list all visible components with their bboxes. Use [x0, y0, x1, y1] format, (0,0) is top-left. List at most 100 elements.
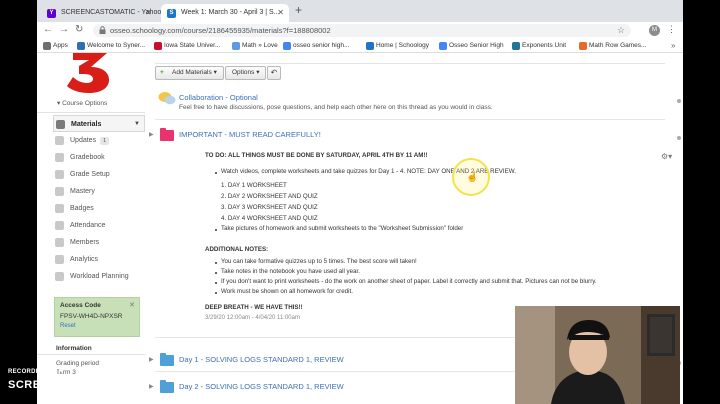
- analytics-icon: [55, 255, 64, 264]
- bullet-icon: [215, 262, 217, 264]
- sidebar-item-mastery[interactable]: Mastery: [53, 183, 145, 200]
- bullet-icon: [215, 292, 217, 294]
- webcam-overlay-image: [515, 306, 680, 404]
- more-bookmarks-icon[interactable]: »: [671, 39, 675, 53]
- collaboration-link[interactable]: Collaboration - Optional: [179, 93, 258, 102]
- note-item: Take notes in the notebook you have used…: [221, 268, 360, 275]
- collaboration-description: Feel free to have discussions, pose ques…: [179, 104, 493, 111]
- sidebar-item-grade-setup[interactable]: Grade Setup: [53, 166, 145, 183]
- pictures-instruction: Take pictures of homework and submit wor…: [221, 225, 464, 232]
- availability-dates: 3/29/20 12:00am - 4/04/20 11:00am: [205, 315, 300, 321]
- wordpress-icon: [512, 42, 520, 50]
- course-logo-image: [67, 53, 109, 93]
- bullet-icon: [215, 229, 217, 231]
- chevron-down-icon[interactable]: ▼: [134, 116, 140, 133]
- note-item: Work must be shown on all homework for c…: [221, 288, 353, 295]
- sidebar-item-workload-planning[interactable]: Workload Planning: [53, 268, 145, 285]
- add-materials-button[interactable]: + Add Materials ▾: [155, 66, 224, 80]
- bookmark-math-love[interactable]: Math » Love: [232, 39, 278, 53]
- chevron-right-icon[interactable]: ▶: [149, 131, 154, 138]
- day-2-folder-link[interactable]: Day 2 - SOLVING LOGS STANDARD 1, REVIEW: [179, 382, 344, 391]
- access-code-title: Access Code: [60, 302, 101, 309]
- day-list-item: 2. DAY 2 WORKSHEET AND QUIZ: [221, 193, 318, 200]
- tab-schoology[interactable]: S Week 1: March 30 - April 3 | S... ✕: [161, 4, 289, 22]
- screencast-watermark: RECORDED WITH SCREENCAST MATIC: [8, 369, 142, 391]
- updates-icon: [55, 136, 64, 145]
- apps-grid-icon: [43, 42, 51, 50]
- sidebar-item-attendance[interactable]: Attendance: [53, 217, 145, 234]
- updates-count-badge: 1: [100, 137, 110, 145]
- day-list-item: 1. DAY 1 WORKSHEET: [221, 182, 287, 189]
- bookmark-math-row-games[interactable]: Math Row Games...: [579, 39, 646, 53]
- bookmark-apps[interactable]: Apps: [43, 39, 68, 53]
- bullet-icon: [215, 272, 217, 274]
- screencast-logo-icon: [90, 377, 104, 390]
- yahoo-favicon-icon: Y: [47, 9, 56, 18]
- close-tab-icon[interactable]: ✕: [145, 4, 152, 22]
- iowa-state-icon: [154, 42, 162, 50]
- address-bar[interactable]: osseo.schoology.com/course/2186455935/ma…: [93, 24, 631, 37]
- bookmark-synergy[interactable]: Welcome to Syner...: [77, 39, 145, 53]
- options-button[interactable]: Options ▾: [225, 66, 267, 80]
- browser-menu-icon[interactable]: ⋮: [667, 24, 676, 35]
- gradebook-icon: [55, 153, 64, 162]
- folder-icon: [160, 380, 174, 393]
- sidebar-item-badges[interactable]: Badges: [53, 200, 145, 217]
- sidebar-divider: [37, 354, 145, 355]
- chevron-right-icon[interactable]: ▶: [149, 383, 154, 390]
- sidebar-nav: Materials ▼ Updates 1 Gradebook Grade Setu…: [53, 115, 145, 285]
- schoology-icon: [366, 42, 374, 50]
- bookmark-iowa-state[interactable]: Iowa State Univer...: [154, 39, 220, 53]
- access-code-panel: Access Code FPSV-WH4D-NPXSR Reset ✕: [54, 297, 140, 337]
- tab-title: Week 1: March 30 - April 3 | S...: [181, 9, 280, 16]
- access-code-value: FPSV-WH4D-NPXSR: [60, 313, 123, 320]
- gear-icon[interactable]: ⚙▾: [661, 152, 672, 161]
- profile-avatar[interactable]: M: [649, 25, 660, 36]
- bookmark-osseo-senior-high[interactable]: Osseo Senior High: [439, 39, 504, 53]
- drag-handle-icon[interactable]: [677, 136, 681, 140]
- back-arrow-icon[interactable]: ←: [43, 24, 53, 35]
- math-love-icon: [232, 42, 240, 50]
- information-heading: Information: [56, 345, 92, 352]
- close-icon[interactable]: ✕: [129, 301, 135, 309]
- bookmark-exponents-unit[interactable]: Exponents Unit: [512, 39, 566, 53]
- bookmarks-bar: Apps Welcome to Syner... Iowa State Univ…: [37, 39, 683, 53]
- tab-yahoo[interactable]: Y SCREENCASTOMATIC - Yahoo ✕: [41, 4, 161, 22]
- back-up-folder-button[interactable]: ↶: [267, 66, 281, 80]
- sidebar-item-analytics[interactable]: Analytics: [53, 251, 145, 268]
- sidebar-divider: [37, 112, 145, 113]
- synergy-icon: [77, 42, 85, 50]
- lock-icon: [99, 26, 106, 34]
- screencast-text: SCREENCAST: [8, 379, 89, 391]
- bookmark-star-icon[interactable]: ☆: [617, 24, 625, 37]
- plus-icon: +: [160, 69, 164, 76]
- sidebar-item-gradebook[interactable]: Gradebook: [53, 149, 145, 166]
- bookmark-home-schoology[interactable]: Home | Schoology: [366, 39, 429, 53]
- forward-arrow-icon[interactable]: →: [59, 24, 69, 35]
- matic-text: MATIC: [105, 379, 143, 391]
- course-options-link[interactable]: ▾ Course Options: [57, 99, 107, 107]
- materials-icon: [56, 120, 65, 129]
- chevron-right-icon[interactable]: ▶: [149, 356, 154, 363]
- reset-access-code-link[interactable]: Reset: [60, 323, 134, 329]
- sidebar-item-materials[interactable]: Materials ▼: [53, 115, 145, 132]
- close-tab-icon[interactable]: ✕: [277, 4, 284, 22]
- row-divider: [155, 119, 665, 120]
- back-arrow-icon: ↶: [270, 68, 278, 77]
- bookmark-osseo-senior-high-google[interactable]: osseo senior high...: [283, 39, 349, 53]
- recorded-with-text: RECORDED WITH: [8, 369, 64, 375]
- new-tab-icon[interactable]: +: [295, 3, 302, 17]
- day-1-folder-link[interactable]: Day 1 - SOLVING LOGS STANDARD 1, REVIEW: [179, 355, 344, 364]
- todo-heading: TO DO: ALL THINGS MUST BE DONE BY SATURD…: [205, 152, 428, 159]
- sidebar-item-members[interactable]: Members: [53, 234, 145, 251]
- tab-strip: Y SCREENCASTOMATIC - Yahoo ✕ S Week 1: M…: [37, 0, 683, 22]
- important-folder-link[interactable]: IMPORTANT - MUST READ CAREFULLY!: [179, 130, 321, 139]
- drag-handle-icon[interactable]: [677, 99, 681, 103]
- url-text: osseo.schoology.com/course/2186455935/ma…: [110, 26, 331, 35]
- reload-icon[interactable]: ↻: [75, 24, 83, 35]
- badge-icon: [55, 204, 64, 213]
- sidebar-item-updates[interactable]: Updates 1: [53, 132, 145, 149]
- day-list-item: 4. DAY 4 WORKSHEET AND QUIZ: [221, 215, 318, 222]
- workload-planning-icon: [55, 272, 64, 281]
- discussion-icon[interactable]: [158, 91, 176, 106]
